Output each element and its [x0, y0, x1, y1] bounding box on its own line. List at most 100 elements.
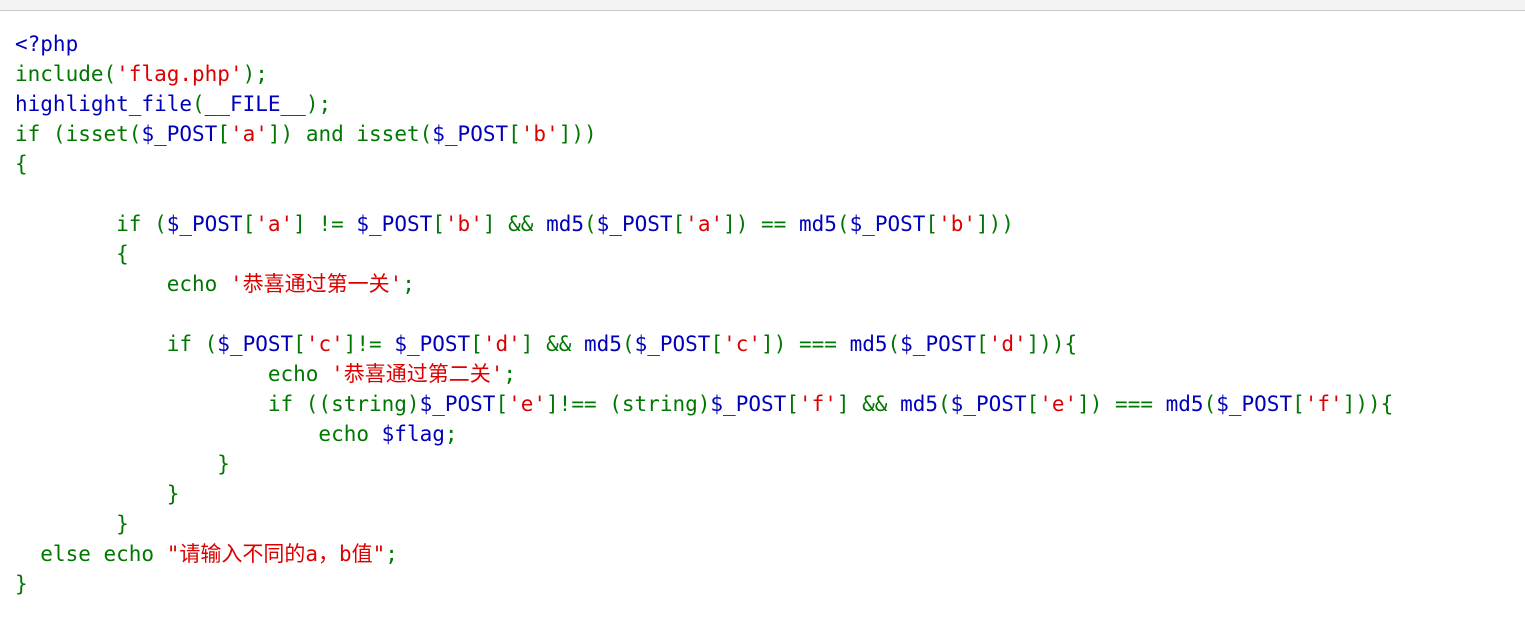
keyword-token: [	[672, 212, 686, 236]
keyword-token: ] &&	[836, 392, 901, 416]
keyword-token: );	[305, 92, 332, 116]
php-source-code: <?php include('flag.php'); highlight_file (…	[15, 29, 1393, 599]
string-token: 'f'	[1304, 392, 1343, 416]
string-token: 'd'	[482, 332, 521, 356]
keyword-token: [	[508, 122, 521, 146]
code-line: if ((string)$_POST['e']!== (string)$_POS…	[15, 389, 1393, 419]
keyword-token: ])){	[1026, 332, 1078, 356]
identifier-token: md5	[1165, 392, 1204, 416]
keyword-token: [	[1292, 392, 1305, 416]
identifier-token: $_POST	[141, 122, 218, 146]
string-token: 'd'	[988, 332, 1027, 356]
code-line: {	[15, 149, 1393, 179]
identifier-token: $_POST	[166, 212, 243, 236]
keyword-token: (	[887, 332, 901, 356]
keyword-token: [	[925, 212, 939, 236]
identifier-token: $_POST	[356, 212, 433, 236]
browser-top-strip	[0, 0, 1525, 11]
keyword-token: [	[242, 212, 256, 236]
keyword-token: [	[710, 332, 724, 356]
code-line: echo '恭喜通过第一关';	[15, 269, 1393, 299]
code-line: if ($_POST['a'] != $_POST['b'] && md5($_…	[15, 209, 1393, 239]
identifier-token: $_POST	[432, 122, 509, 146]
keyword-token: [	[495, 392, 509, 416]
identifier-token: $_POST	[419, 392, 496, 416]
string-token: '恭喜通过第二关'	[331, 362, 504, 386]
keyword-token: [	[1026, 392, 1040, 416]
keyword-token: [	[470, 332, 483, 356]
keyword-token: );	[242, 62, 268, 86]
identifier-token: $_POST	[394, 332, 471, 356]
string-token: 'b'	[444, 212, 483, 236]
code-line: {	[15, 239, 1393, 269]
keyword-token: {	[15, 242, 129, 266]
keyword-token: [	[293, 332, 306, 356]
identifier-token: $_POST	[900, 332, 977, 356]
code-line: }	[15, 449, 1393, 479]
identifier-token: md5	[798, 212, 837, 236]
code-line: if ($_POST['c']!= $_POST['d'] && md5($_P…	[15, 329, 1393, 359]
string-token: 'b'	[938, 212, 977, 236]
keyword-token: if (	[15, 332, 218, 356]
string-token: 'f'	[798, 392, 837, 416]
code-line: echo '恭喜通过第二关';	[15, 359, 1393, 389]
keyword-token: (	[621, 332, 635, 356]
identifier-token: __FILE__	[204, 92, 306, 116]
keyword-token: ] &&	[482, 212, 547, 236]
code-line: include('flag.php');	[15, 59, 1393, 89]
keyword-token: ] !=	[293, 212, 357, 236]
keyword-token: ])){	[1342, 392, 1394, 416]
string-token: 'a'	[255, 212, 294, 236]
keyword-token: if (isset(	[15, 122, 142, 146]
string-token: "请输入不同的a，b值"	[166, 542, 386, 566]
keyword-token: ]))	[558, 122, 597, 146]
keyword-token: }	[15, 482, 180, 506]
identifier-token: $_POST	[1216, 392, 1293, 416]
code-line: }	[15, 509, 1393, 539]
keyword-token: [	[786, 392, 799, 416]
code-line: if (isset($_POST['a']) and isset($_POST[…	[15, 119, 1393, 149]
keyword-token: ] &&	[520, 332, 584, 356]
string-token: 'flag.php'	[116, 62, 243, 86]
keyword-token: ;	[385, 542, 398, 566]
identifier-token: $_POST	[596, 212, 673, 236]
identifier-token: $flag	[381, 422, 445, 446]
keyword-token: if ((string)	[15, 392, 420, 416]
keyword-token: }	[15, 452, 230, 476]
keyword-token: (	[836, 212, 850, 236]
identifier-token: $_POST	[849, 212, 926, 236]
string-token: 'a'	[229, 122, 268, 146]
identifier-token: highlight_file	[15, 92, 193, 116]
keyword-token: }	[15, 512, 129, 536]
code-line: else echo "请输入不同的a，b值";	[15, 539, 1393, 569]
code-line: }	[15, 569, 1393, 599]
string-token: 'e'	[1039, 392, 1078, 416]
keyword-token: ;	[503, 362, 517, 386]
keyword-token: if (	[15, 212, 167, 236]
keyword-token: (	[938, 392, 951, 416]
keyword-token: ]!=	[343, 332, 395, 356]
identifier-token: $_POST	[217, 332, 294, 356]
identifier-token: md5	[849, 332, 888, 356]
string-token: 'c'	[305, 332, 344, 356]
string-token: 'c'	[723, 332, 762, 356]
identifier-token: $_POST	[634, 332, 711, 356]
identifier-token: <?php	[15, 32, 79, 56]
keyword-token: ]) ===	[761, 332, 850, 356]
string-token: 'b'	[520, 122, 559, 146]
identifier-token: $_POST	[710, 392, 787, 416]
identifier-token: md5	[900, 392, 939, 416]
keyword-token: ]) ===	[1077, 392, 1166, 416]
keyword-token: [	[217, 122, 230, 146]
keyword-token: echo	[15, 362, 332, 386]
keyword-token: [	[976, 332, 989, 356]
keyword-token: ]) and isset(	[267, 122, 433, 146]
keyword-token: (	[1203, 392, 1217, 416]
keyword-token: echo	[15, 422, 382, 446]
string-token: 'e'	[508, 392, 547, 416]
code-line: }	[15, 479, 1393, 509]
identifier-token: md5	[546, 212, 584, 236]
keyword-token: (	[584, 212, 597, 236]
